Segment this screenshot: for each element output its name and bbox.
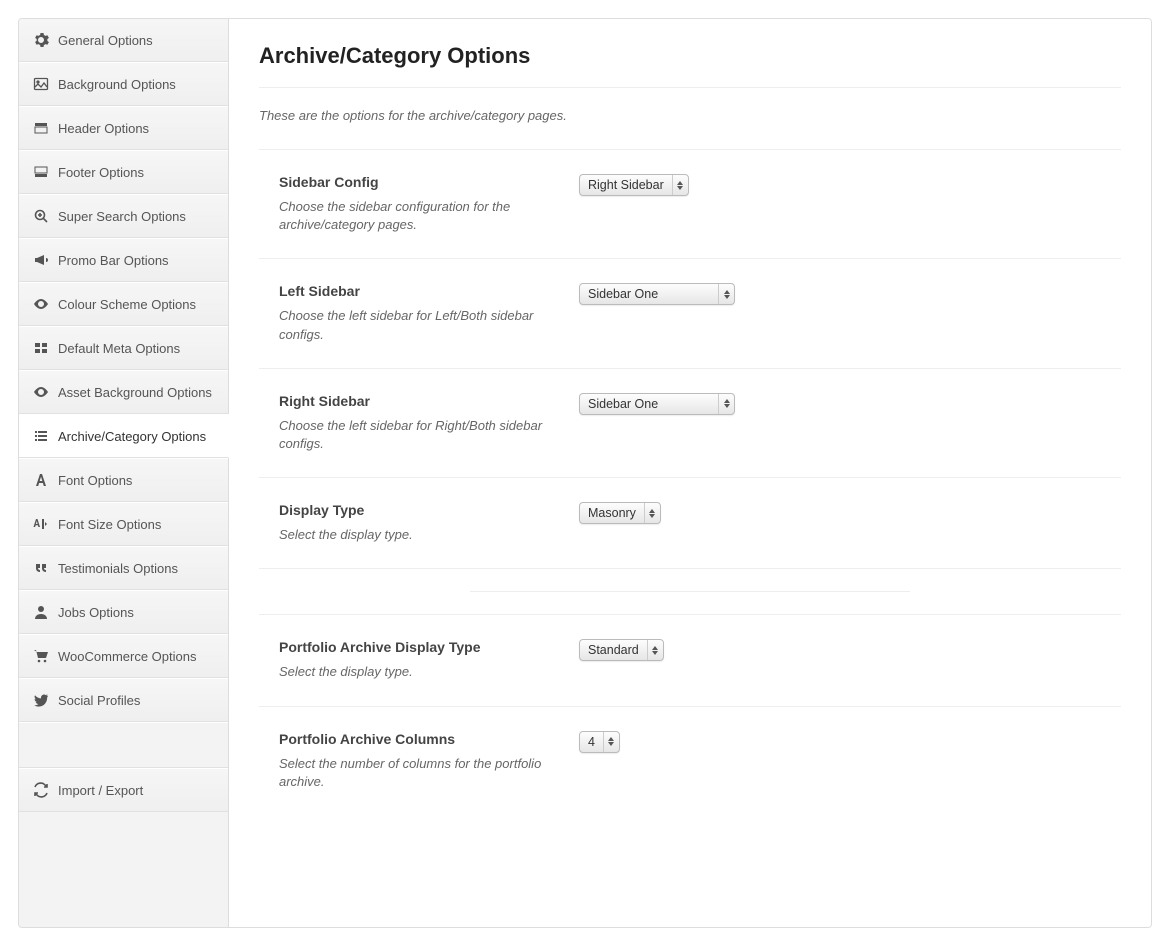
sidebar-item-social[interactable]: Social Profiles xyxy=(19,678,228,722)
options-list: Sidebar Config Choose the sidebar configu… xyxy=(259,149,1121,815)
sidebar-item-font[interactable]: Font Options xyxy=(19,458,228,502)
chevron-updown-icon xyxy=(644,503,660,523)
sidebar-item-archive[interactable]: Archive/Category Options xyxy=(19,414,229,458)
option-description: Choose the sidebar configuration for the… xyxy=(279,198,549,234)
option-title: Display Type xyxy=(279,502,549,518)
option-description: Choose the left sidebar for Right/Both s… xyxy=(279,417,549,453)
sidebar-item-supersearch[interactable]: Super Search Options xyxy=(19,194,228,238)
sidebar-item-footer[interactable]: Footer Options xyxy=(19,150,228,194)
sidebar-item-label: Font Size Options xyxy=(58,517,161,532)
select-right_sidebar[interactable]: Sidebar One xyxy=(579,393,735,415)
option-row-portfolio_columns: Portfolio Archive Columns Select the numb… xyxy=(259,706,1121,815)
chevron-updown-icon xyxy=(672,175,688,195)
select-value: Sidebar One xyxy=(580,397,718,411)
eye-icon xyxy=(33,384,49,400)
content-area: Archive/Category Options These are the o… xyxy=(229,19,1151,927)
sidebar-item-label: Social Profiles xyxy=(58,693,140,708)
select-sidebar_config[interactable]: Right Sidebar xyxy=(579,174,689,196)
sidebar-item-label: Jobs Options xyxy=(58,605,134,620)
option-row-sidebar_config: Sidebar Config Choose the sidebar configu… xyxy=(259,149,1121,258)
quote-icon xyxy=(33,560,49,576)
option-description: Select the number of columns for the por… xyxy=(279,755,549,791)
sidebar-item-label: Header Options xyxy=(58,121,149,136)
option-title: Sidebar Config xyxy=(279,174,549,190)
footer-icon xyxy=(33,164,49,180)
sidebar-gap xyxy=(19,722,228,768)
twitter-icon xyxy=(33,692,49,708)
select-portfolio_display_type[interactable]: Standard xyxy=(579,639,664,661)
list-icon xyxy=(33,428,49,444)
sidebar-item-fontsize[interactable]: Font Size Options xyxy=(19,502,228,546)
header-icon xyxy=(33,120,49,136)
sidebar-item-promobar[interactable]: Promo Bar Options xyxy=(19,238,228,282)
sidebar: General Options Background Options Header … xyxy=(19,19,229,927)
chevron-updown-icon xyxy=(718,394,734,414)
sidebar-item-label: Testimonials Options xyxy=(58,561,178,576)
option-title: Portfolio Archive Display Type xyxy=(279,639,549,655)
option-row-right_sidebar: Right Sidebar Choose the left sidebar for… xyxy=(259,368,1121,477)
option-description: Choose the left sidebar for Left/Both si… xyxy=(279,307,549,343)
option-row-display_type: Display Type Select the display type. Maso… xyxy=(259,477,1121,568)
select-left_sidebar[interactable]: Sidebar One xyxy=(579,283,735,305)
sidebar-item-defaultmeta[interactable]: Default Meta Options xyxy=(19,326,228,370)
meta-icon xyxy=(33,340,49,356)
page-title: Archive/Category Options xyxy=(259,43,1121,88)
cart-icon xyxy=(33,648,49,664)
sidebar-item-label: Default Meta Options xyxy=(58,341,180,356)
option-description: Select the display type. xyxy=(279,526,549,544)
megaphone-icon xyxy=(33,252,49,268)
eye-icon xyxy=(33,296,49,312)
sidebar-item-jobs[interactable]: Jobs Options xyxy=(19,590,228,634)
sidebar-item-assetbg[interactable]: Asset Background Options xyxy=(19,370,228,414)
select-value: Sidebar One xyxy=(580,287,718,301)
option-description: Select the display type. xyxy=(279,663,549,681)
fontsize-icon xyxy=(33,516,49,532)
user-icon xyxy=(33,604,49,620)
sidebar-item-importexport[interactable]: Import / Export xyxy=(19,768,228,812)
gear-icon xyxy=(33,32,49,48)
zoom-icon xyxy=(33,208,49,224)
chevron-updown-icon xyxy=(718,284,734,304)
settings-panel: General Options Background Options Header … xyxy=(18,18,1152,928)
option-row-portfolio_display_type: Portfolio Archive Display Type Select the… xyxy=(259,614,1121,705)
sidebar-item-label: Colour Scheme Options xyxy=(58,297,196,312)
select-display_type[interactable]: Masonry xyxy=(579,502,661,524)
select-value: Standard xyxy=(580,643,647,657)
sidebar-item-label: Asset Background Options xyxy=(58,385,212,400)
font-icon xyxy=(33,472,49,488)
section-spacer xyxy=(259,568,1121,614)
chevron-updown-icon xyxy=(647,640,663,660)
select-portfolio_columns[interactable]: 4 xyxy=(579,731,620,753)
select-value: 4 xyxy=(580,735,603,749)
sidebar-item-label: Font Options xyxy=(58,473,132,488)
chevron-updown-icon xyxy=(603,732,619,752)
select-value: Masonry xyxy=(580,506,644,520)
option-title: Left Sidebar xyxy=(279,283,549,299)
sidebar-item-general[interactable]: General Options xyxy=(19,19,228,62)
page-intro: These are the options for the archive/ca… xyxy=(259,88,1121,149)
sidebar-item-label: Promo Bar Options xyxy=(58,253,169,268)
option-row-left_sidebar: Left Sidebar Choose the left sidebar for … xyxy=(259,258,1121,367)
sidebar-item-label: Super Search Options xyxy=(58,209,186,224)
sidebar-item-label: General Options xyxy=(58,33,153,48)
option-title: Right Sidebar xyxy=(279,393,549,409)
refresh-icon xyxy=(33,782,49,798)
sidebar-item-label: Archive/Category Options xyxy=(58,429,206,444)
sidebar-item-label: Import / Export xyxy=(58,783,143,798)
sidebar-item-testimonials[interactable]: Testimonials Options xyxy=(19,546,228,590)
select-value: Right Sidebar xyxy=(580,178,672,192)
sidebar-item-woo[interactable]: WooCommerce Options xyxy=(19,634,228,678)
option-title: Portfolio Archive Columns xyxy=(279,731,549,747)
sidebar-item-background[interactable]: Background Options xyxy=(19,62,228,106)
sidebar-item-label: Footer Options xyxy=(58,165,144,180)
image-icon xyxy=(33,76,49,92)
sidebar-item-colorscheme[interactable]: Colour Scheme Options xyxy=(19,282,228,326)
sidebar-item-label: Background Options xyxy=(58,77,176,92)
sidebar-item-header[interactable]: Header Options xyxy=(19,106,228,150)
sidebar-item-label: WooCommerce Options xyxy=(58,649,196,664)
